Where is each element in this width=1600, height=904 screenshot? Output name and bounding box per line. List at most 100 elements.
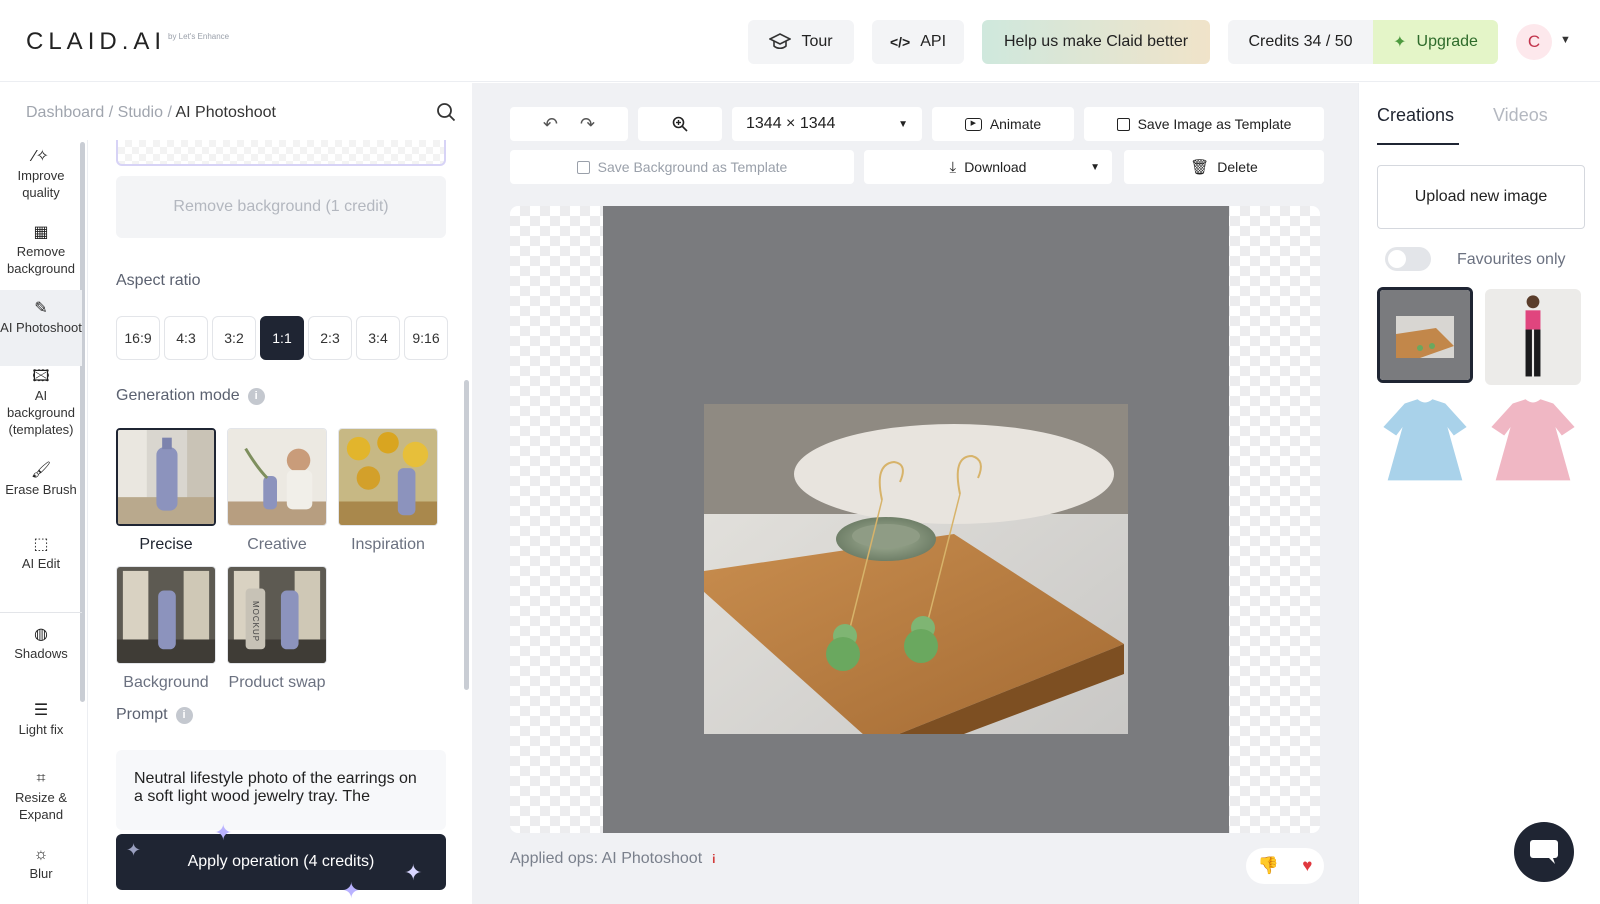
mode-background[interactable]: Background <box>116 566 216 692</box>
info-icon[interactable]: i <box>247 387 265 405</box>
upgrade-button[interactable]: ✦ Upgrade <box>1373 20 1498 64</box>
creations-panel: Creations Videos Upload new image Favour… <box>1358 83 1600 904</box>
mode-label: Precise <box>139 536 193 553</box>
download-button[interactable]: ⤓ Download ▼ <box>864 150 1112 184</box>
rail-item-label: Light fix <box>18 722 64 737</box>
mode-inspiration[interactable]: Inspiration <box>338 428 438 554</box>
rail-item-ai-photoshoot[interactable]: ✎ AI Photoshoot <box>0 290 82 366</box>
mode-precise[interactable]: Precise <box>116 428 216 554</box>
rail-item-shadows[interactable]: ◍ Shadows <box>0 626 82 662</box>
size-select[interactable]: 1344 × 1344 ▼ <box>732 107 922 141</box>
save-image-label: Save Image as Template <box>1137 116 1292 132</box>
rail-item-ai-edit[interactable]: ⬚ AI Edit <box>0 536 82 572</box>
ratio-4-3[interactable]: 4:3 <box>164 316 208 360</box>
chevron-down-icon: ▼ <box>898 118 908 130</box>
rail-item-blur[interactable]: ☼ Blur <box>0 846 82 882</box>
claid-logo[interactable]: CLAID.AI <box>26 28 166 56</box>
ratio-16-9[interactable]: 16:9 <box>116 316 160 360</box>
delete-label: Delete <box>1217 159 1258 175</box>
ai-edit-icon: ⬚ <box>33 536 49 553</box>
mode-product-swap[interactable]: MOCKUP Product swap <box>227 566 327 692</box>
tab-creations[interactable]: Creations <box>1377 105 1454 126</box>
sparkle-icon: ✦ <box>214 820 233 845</box>
mockup-label: MOCKUP <box>251 601 260 643</box>
rail-item-improve-quality[interactable]: ⁄✧ Improve quality <box>0 148 82 201</box>
rail-item-resize-expand[interactable]: ⌗ Resize & Expand <box>0 770 82 823</box>
mode-thumbnail: MOCKUP <box>227 566 327 664</box>
rail-item-label: Improve quality <box>17 168 65 200</box>
ratio-3-4[interactable]: 3:4 <box>356 316 400 360</box>
mode-thumbnail <box>338 428 438 526</box>
creation-thumbnail[interactable] <box>1377 395 1473 491</box>
crop-icon: ⌗ <box>36 770 46 787</box>
chevron-down-icon[interactable]: ▼ <box>1560 34 1571 46</box>
mode-creative[interactable]: Creative <box>227 428 327 554</box>
breadcrumb: Dashboard / Studio / AI Photoshoot <box>26 104 276 122</box>
rail-item-ai-background[interactable]: 🖾 AI background (templates) <box>0 368 82 438</box>
tab-videos[interactable]: Videos <box>1493 105 1548 126</box>
zoom-button[interactable] <box>638 107 722 141</box>
save-image-template-button[interactable]: Save Image as Template <box>1084 107 1324 141</box>
api-button[interactable]: </> API <box>872 20 964 64</box>
mode-label: Background <box>123 674 209 691</box>
delete-button[interactable]: 🗑 Delete <box>1124 150 1324 184</box>
graduation-cap-icon <box>769 33 792 50</box>
ratio-2-3[interactable]: 2:3 <box>308 316 352 360</box>
sparkle-icon: ✦ <box>126 840 142 860</box>
upgrade-label: Upgrade <box>1416 33 1478 50</box>
panel-scrollbar[interactable] <box>464 380 469 690</box>
sparkle-icon: ✦ <box>342 878 361 903</box>
rail-item-light-fix[interactable]: ☰ Light fix <box>0 702 82 738</box>
chat-button[interactable] <box>1514 822 1574 882</box>
ratio-1-1[interactable]: 1:1 <box>260 316 304 360</box>
feedback-button[interactable]: Help us make Claid better <box>982 20 1210 64</box>
applied-ops-text: Applied ops: AI Photoshoot i <box>510 850 715 868</box>
rail-item-erase-brush[interactable]: 🖌 Erase Brush <box>0 462 82 498</box>
applied-ops-label: Applied ops: AI Photoshoot <box>510 850 703 867</box>
code-icon: </> <box>889 34 911 50</box>
undo-icon[interactable]: ↶ <box>543 114 558 135</box>
shadows-icon: ◍ <box>34 626 48 643</box>
heart-icon[interactable]: ♥ <box>1302 856 1312 876</box>
mode-label: Inspiration <box>351 536 425 553</box>
logo-subtitle: by Let's Enhance <box>168 32 230 41</box>
rail-item-label: Blur <box>29 866 53 881</box>
animate-label: Animate <box>989 116 1042 132</box>
rail-item-label: Remove background <box>7 244 75 276</box>
remove-background-button[interactable]: Remove background (1 credit) <box>116 176 446 238</box>
settings-panel: Remove background (1 credit) Aspect rati… <box>88 140 472 904</box>
aspect-ratio-group: 16:9 4:3 3:2 1:1 2:3 3:4 9:16 <box>116 316 448 360</box>
product-photo[interactable] <box>704 404 1128 734</box>
save-background-template-button[interactable]: Save Background as Template <box>510 150 854 184</box>
search-icon[interactable] <box>436 102 456 122</box>
prompt-textarea[interactable]: Neutral lifestyle photo of the earrings … <box>116 750 446 830</box>
mode-thumbnail <box>116 428 216 526</box>
breadcrumb-dashboard[interactable]: Dashboard <box>26 104 104 121</box>
chevron-down-icon[interactable]: ▼ <box>1090 162 1100 173</box>
credits-display: Credits 34 / 50 <box>1228 20 1373 64</box>
mode-thumbnail <box>116 566 216 664</box>
ratio-9-16[interactable]: 9:16 <box>404 316 448 360</box>
ratio-3-2[interactable]: 3:2 <box>212 316 256 360</box>
info-icon[interactable]: i <box>712 852 715 866</box>
info-icon[interactable]: i <box>175 706 193 724</box>
favourites-toggle[interactable] <box>1385 247 1431 271</box>
creation-thumbnail[interactable] <box>1377 287 1473 383</box>
animate-button[interactable]: ▶ Animate <box>932 107 1074 141</box>
apply-operation-button[interactable]: Apply operation (4 credits) <box>116 834 446 890</box>
redo-icon[interactable]: ↷ <box>580 114 595 135</box>
avatar[interactable]: C <box>1516 24 1552 60</box>
creation-thumbnail[interactable] <box>1485 395 1581 491</box>
feedback-label: Help us make Claid better <box>1003 33 1189 50</box>
thumbs-down-icon[interactable]: 👎 <box>1258 856 1279 876</box>
aspect-ratio-label: Aspect ratio <box>116 272 200 290</box>
sun-icon: ☼ <box>33 846 49 863</box>
rail-item-remove-background[interactable]: ▦ Remove background <box>0 224 82 277</box>
breadcrumb-studio[interactable]: Studio <box>118 104 163 121</box>
rail-item-label: Shadows <box>14 646 68 661</box>
upload-new-image-button[interactable]: Upload new image <box>1377 165 1585 229</box>
apply-label: Apply operation (4 credits) <box>187 853 375 870</box>
tour-button[interactable]: Tour <box>748 20 854 64</box>
breadcrumb-separator: / <box>167 104 172 121</box>
creation-thumbnail[interactable] <box>1485 289 1581 385</box>
